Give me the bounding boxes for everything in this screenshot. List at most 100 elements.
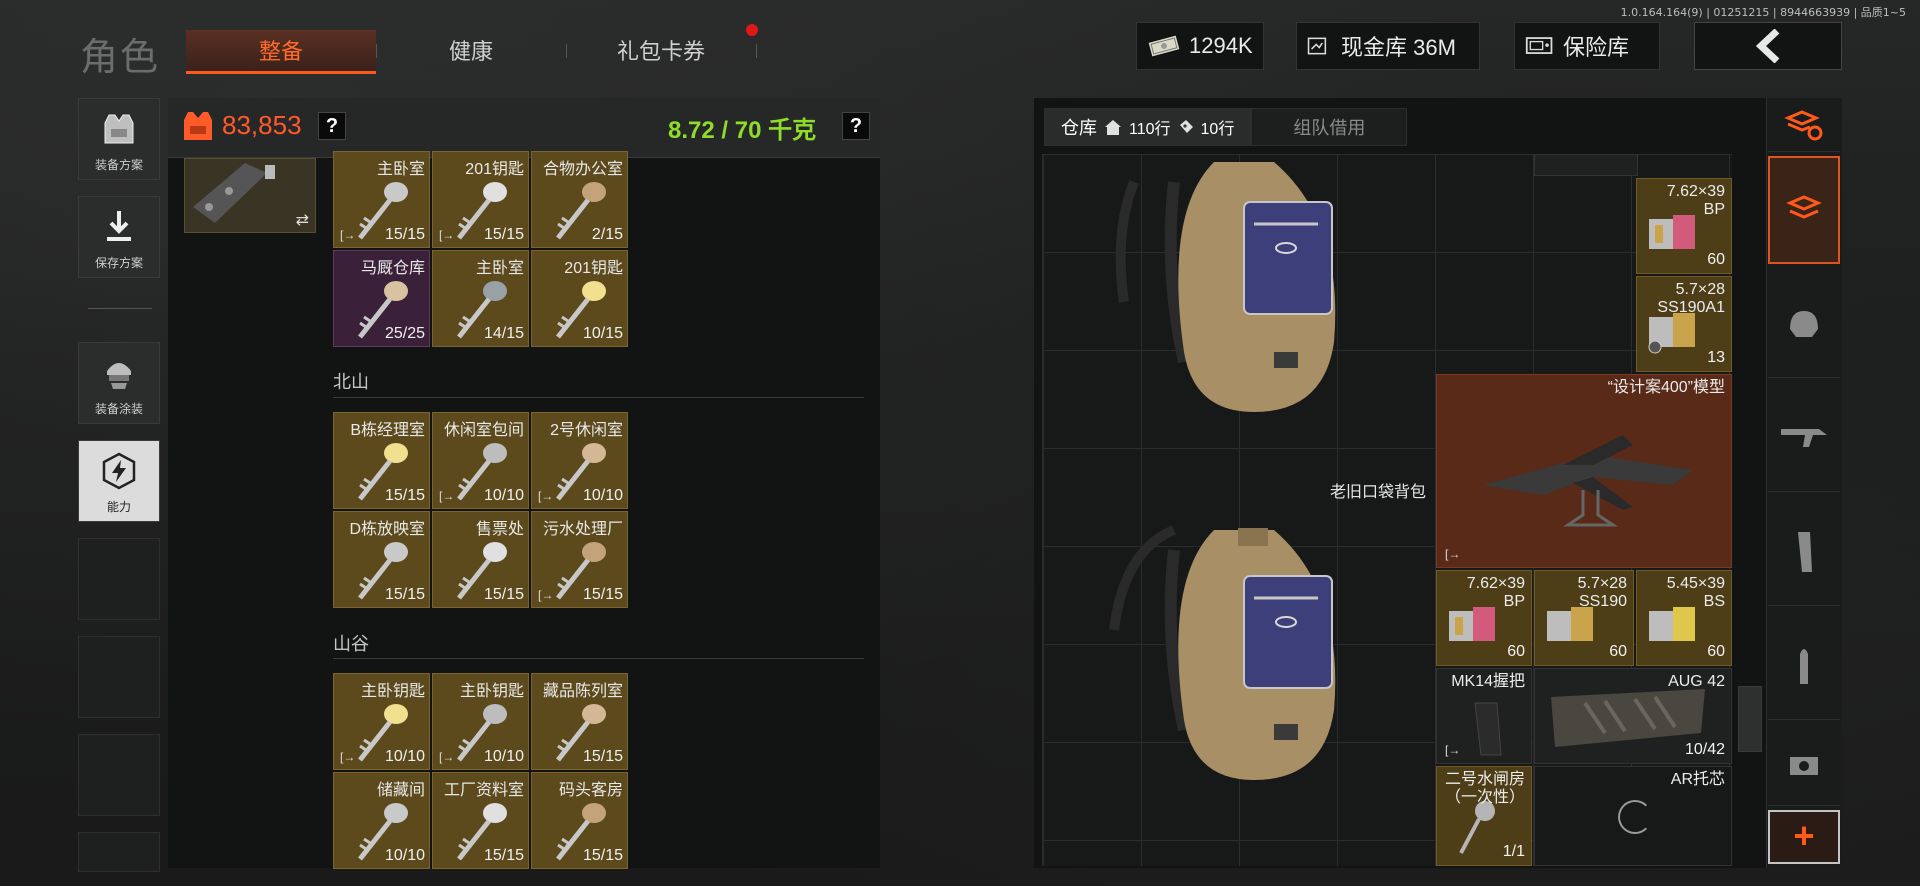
key-item[interactable]: 主卧钥匙 10/10 [→ xyxy=(432,673,529,770)
download-icon xyxy=(107,211,131,241)
safe-vault-button[interactable]: 保险库 xyxy=(1514,22,1660,70)
category-ammo[interactable] xyxy=(1768,612,1840,720)
key-item[interactable]: 马厩仓库 25/25 xyxy=(333,250,430,347)
helmet-icon xyxy=(1790,310,1818,337)
tab-warehouse[interactable]: 仓库 110行 10行 xyxy=(1044,108,1252,146)
ammo-item[interactable]: 5.7×28 SS190A1 13 xyxy=(1636,276,1732,372)
category-attachments[interactable] xyxy=(1768,726,1840,806)
weight-help-button[interactable]: ? xyxy=(842,112,870,140)
item-name: MK14握把 xyxy=(1451,673,1525,690)
key-count: 10/10 xyxy=(483,487,524,504)
key-count: 15/15 xyxy=(483,226,524,243)
key-name: 污水处理厂 xyxy=(542,521,623,538)
key-item[interactable]: 201钥匙 10/15 xyxy=(531,250,628,347)
key-item[interactable]: 码头客房 15/15 xyxy=(531,772,628,869)
section-divider xyxy=(333,397,864,398)
equipment-skin-button[interactable]: 装备涂装 xyxy=(78,342,160,424)
exit-icon: [→ xyxy=(1445,547,1461,561)
warehouse-scrollbar[interactable] xyxy=(1738,686,1762,752)
rail-divider xyxy=(88,308,152,309)
backpack-image[interactable] xyxy=(1104,510,1364,800)
key-count: 15/15 xyxy=(384,487,425,504)
key-item[interactable]: 售票处 15/15 xyxy=(432,511,529,608)
item-count: 1/1 xyxy=(1502,843,1525,860)
ability-button[interactable]: 能力 xyxy=(78,440,160,522)
key-item[interactable]: 主卧室 15/15 [→ xyxy=(333,151,430,248)
cash-display: 1294K xyxy=(1136,22,1264,70)
key-item[interactable]: 藏品陈列室 15/15 xyxy=(531,673,628,770)
loading-spinner xyxy=(1618,800,1652,834)
save-plan-button[interactable]: 保存方案 xyxy=(78,196,160,278)
ticket-icon xyxy=(1179,120,1193,133)
key-item[interactable]: B栋经理室 15/15 xyxy=(333,412,430,509)
back-button[interactable] xyxy=(1694,22,1842,70)
category-all[interactable] xyxy=(1768,156,1840,264)
key-name: D栋放映室 xyxy=(349,521,425,538)
key-item[interactable]: 合物办公室 2/15 xyxy=(531,151,628,248)
tab-team-borrow[interactable]: 组队借用 xyxy=(1251,108,1408,146)
key-count: 10/15 xyxy=(582,325,623,342)
backpack-image[interactable] xyxy=(1104,152,1364,432)
item-name: 二号水闸房 （一次性） xyxy=(1444,771,1525,806)
magazine-icon xyxy=(1798,531,1812,572)
key-count: 15/15 xyxy=(384,586,425,603)
notification-dot xyxy=(746,24,758,36)
swap-icon[interactable]: ⇄ xyxy=(296,210,309,230)
key-count: 15/15 xyxy=(384,226,425,243)
design-model-item[interactable]: “设计案400”模型 [→ xyxy=(1436,374,1732,568)
key-name: 主卧室 xyxy=(376,161,425,178)
key-item[interactable]: D栋放映室 15/15 xyxy=(333,511,430,608)
multitool-item[interactable]: ⇄ xyxy=(184,158,316,233)
category-weapons[interactable] xyxy=(1768,384,1840,492)
key-item[interactable]: 2号休闲室 10/10 [→ xyxy=(531,412,628,509)
key-count: 15/15 xyxy=(483,847,524,864)
sort-button[interactable] xyxy=(1768,98,1840,152)
cash-vault-button[interactable]: 现金库 36M xyxy=(1296,22,1480,70)
key-item[interactable]: 污水处理厂 15/15 [→ xyxy=(531,511,628,608)
key-item[interactable]: 储藏间 10/10 xyxy=(333,772,430,869)
key-count: 10/10 xyxy=(384,847,425,864)
add-button[interactable]: + xyxy=(1768,810,1840,864)
category-magazines[interactable] xyxy=(1768,498,1840,606)
loadout-plan-label: 装备方案 xyxy=(94,158,143,172)
tab-health[interactable]: 健康 xyxy=(376,30,566,74)
key-item[interactable]: 主卧室 14/15 xyxy=(432,250,529,347)
item-count: 60 xyxy=(1507,643,1525,660)
tab-equip[interactable]: 整备 xyxy=(186,30,376,74)
empty-slot xyxy=(78,734,160,816)
tab-divider xyxy=(756,44,757,58)
key-name: 售票处 xyxy=(475,521,524,538)
grip-item[interactable]: MK14握把 [→ xyxy=(1436,668,1532,764)
exit-icon: [→ xyxy=(439,228,455,242)
ammo-item[interactable]: 5.45×39 BS 60 xyxy=(1636,570,1732,666)
ammo-item[interactable]: 7.62×39 BP 60 xyxy=(1636,178,1732,274)
key-count: 15/15 xyxy=(483,586,524,603)
key-item[interactable]: 主卧钥匙 10/10 [→ xyxy=(333,673,430,770)
exit-icon: [→ xyxy=(439,750,455,764)
exit-icon: [→ xyxy=(340,750,356,764)
rifle-icon xyxy=(1781,428,1827,447)
key-count: 10/10 xyxy=(483,748,524,765)
tab-gift-vouchers[interactable]: 礼包卡券 xyxy=(566,30,756,74)
key-name: 储藏间 xyxy=(376,782,425,799)
key-item[interactable]: 工厂资料室 15/15 xyxy=(432,772,529,869)
key-item[interactable]: 201钥匙 15/15 [→ xyxy=(432,151,529,248)
vault-icon xyxy=(1307,37,1327,55)
magazine-item[interactable]: AUG 42 10/42 xyxy=(1534,668,1732,764)
soldier-helmet-icon xyxy=(107,363,131,389)
key-count: 2/15 xyxy=(591,226,623,243)
key-name: 主卧钥匙 xyxy=(360,683,425,700)
loadout-plan-button[interactable]: 装备方案 xyxy=(78,98,160,180)
key-item[interactable]: 二号水闸房 （一次性） 1/1 xyxy=(1436,766,1532,866)
equipment-skin-label: 装备涂装 xyxy=(94,402,143,416)
category-armor[interactable] xyxy=(1768,270,1840,378)
key-item[interactable]: 休闲室包间 10/10 [→ xyxy=(432,412,529,509)
scope-icon xyxy=(1790,756,1818,775)
item-name: “设计案400”模型 xyxy=(1607,379,1725,396)
partial-item[interactable] xyxy=(1534,154,1638,176)
ammo-item[interactable]: 7.62×39 BP 60 xyxy=(1436,570,1532,666)
ability-label: 能力 xyxy=(106,500,131,514)
ammo-item[interactable]: 5.7×28 SS190 60 xyxy=(1534,570,1634,666)
value-help-button[interactable]: ? xyxy=(318,112,346,140)
key-name: 工厂资料室 xyxy=(443,782,524,799)
